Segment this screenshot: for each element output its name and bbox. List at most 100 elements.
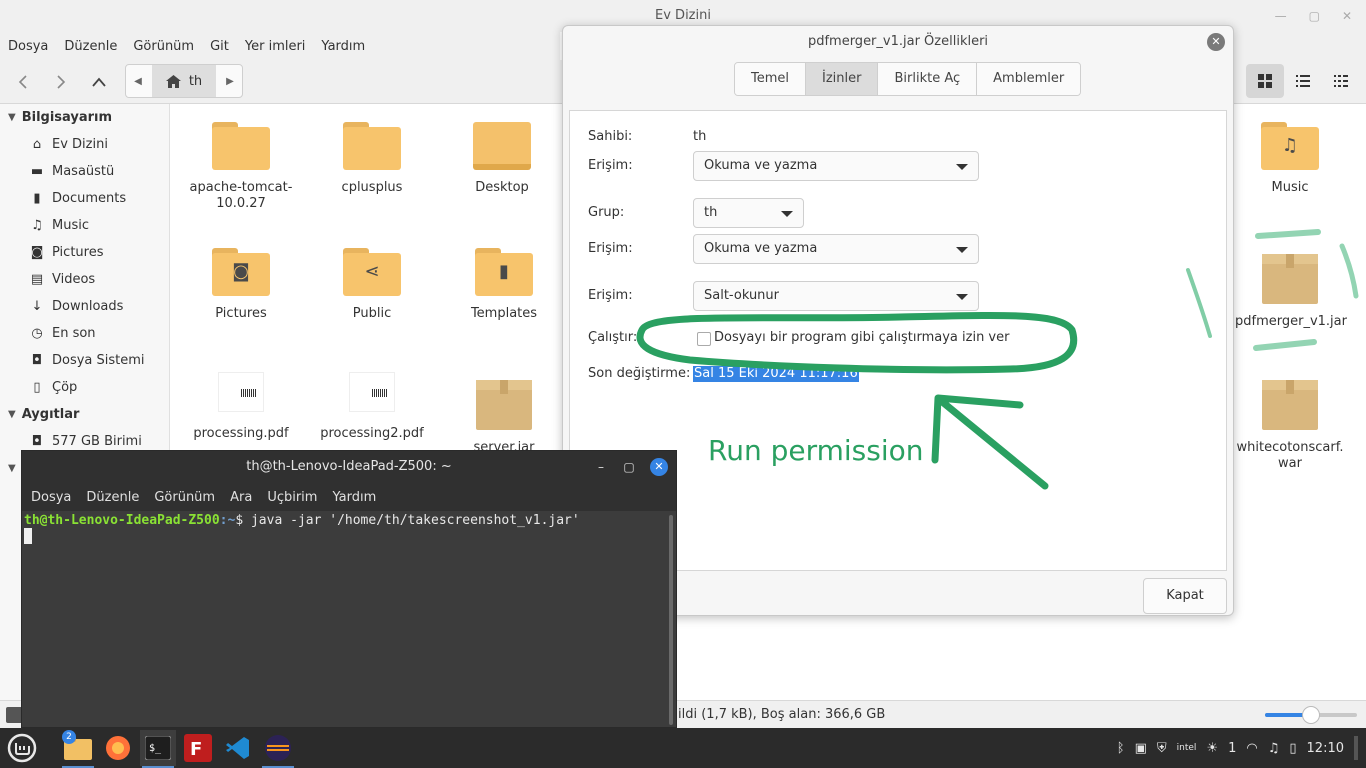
sidebar-item-documents[interactable]: ▮ Documents xyxy=(30,185,126,212)
file-item-public[interactable]: ⋖ Public xyxy=(317,248,427,322)
close-icon[interactable]: ✕ xyxy=(1207,33,1225,51)
terminal-body[interactable]: th@th-Lenovo-IdeaPad-Z500:~$ java -jar '… xyxy=(22,511,676,727)
zoom-slider[interactable] xyxy=(1265,706,1357,724)
sidebar-section-devices[interactable]: ▼ Aygıtlar xyxy=(8,401,79,427)
wifi-icon[interactable]: ◠ xyxy=(1246,741,1257,756)
sidebar-item-desktop[interactable]: ▬ Masaüstü xyxy=(30,158,114,185)
maximize-icon[interactable]: ▢ xyxy=(622,460,636,474)
sidebar-item-label: Ev Dizini xyxy=(52,137,108,152)
file-item-music[interactable]: ♫ Music xyxy=(1235,122,1345,196)
show-desktop-icon[interactable] xyxy=(1354,736,1358,760)
file-item-processing-pdf[interactable]: processing.pdf xyxy=(186,372,296,442)
menubar-filler xyxy=(1234,32,1366,60)
close-icon[interactable]: ✕ xyxy=(1342,9,1352,23)
menu-help[interactable]: Yardım xyxy=(321,39,365,54)
menu-file[interactable]: Dosya xyxy=(8,39,48,54)
minimize-icon[interactable]: — xyxy=(1275,9,1287,23)
sidebar-item-filesystem[interactable]: ◘ Dosya Sistemi xyxy=(30,347,145,374)
folder-icon xyxy=(343,122,401,170)
zoom-knob[interactable] xyxy=(1302,706,1320,724)
menu-go[interactable]: Git xyxy=(210,39,229,54)
file-item-processing2-pdf[interactable]: processing2.pdf xyxy=(317,372,427,442)
mint-menu-icon[interactable] xyxy=(4,730,40,766)
file-item-templates[interactable]: ▮ Templates xyxy=(449,248,559,322)
minimize-icon[interactable]: – xyxy=(594,460,608,474)
files-app-icon[interactable]: 2 xyxy=(60,730,96,768)
sidebar-section-collapsed[interactable]: ▼ xyxy=(8,455,16,481)
terminal-menu-help[interactable]: Yardım xyxy=(332,490,376,505)
camera-icon: ◙ xyxy=(30,245,44,260)
sound-icon[interactable]: ♫ xyxy=(1268,741,1280,756)
intel-icon[interactable]: intel xyxy=(1177,743,1197,753)
file-item-cplusplus[interactable]: cplusplus xyxy=(317,122,427,196)
path-home-button[interactable]: th xyxy=(152,65,216,97)
terminal-menu-file[interactable]: Dosya xyxy=(31,490,71,505)
file-item-whitecotonscarf[interactable]: whitecotonscarf. war xyxy=(1235,380,1345,472)
sidebar-section-computer[interactable]: ▼ Bilgisayarım xyxy=(8,104,112,130)
dialog-tabs: Temel İzinler Birlikte Aç Amblemler xyxy=(734,62,1082,96)
tab-emblems[interactable]: Amblemler xyxy=(977,63,1081,95)
menubar: Dosya Düzenle Görünüm Git Yer imleri Yar… xyxy=(0,32,560,60)
execute-checkbox-label[interactable]: Dosyayı bir program gibi çalıştırmaya iz… xyxy=(714,330,1009,345)
terminal-app-icon[interactable]: $_ xyxy=(140,730,176,768)
clock[interactable]: 12:10 xyxy=(1307,741,1344,756)
filezilla-icon[interactable]: F xyxy=(180,730,216,766)
sidebar-item-music[interactable]: ♫ Music xyxy=(30,212,89,239)
close-icon[interactable]: ✕ xyxy=(650,458,668,476)
clipboard-icon[interactable]: ▣ xyxy=(1135,741,1147,756)
path-left-icon[interactable]: ◀ xyxy=(126,65,150,97)
file-item-apache-tomcat[interactable]: apache-tomcat- 10.0.27 xyxy=(186,122,296,212)
forward-icon[interactable] xyxy=(46,68,76,96)
eclipse-icon[interactable] xyxy=(260,730,296,768)
tab-open-with[interactable]: Birlikte Aç xyxy=(878,63,978,95)
sidebar-item-trash[interactable]: ▯ Çöp xyxy=(30,374,77,401)
sidebar-item-label: Dosya Sistemi xyxy=(52,353,145,368)
execute-label: Çalıştır: xyxy=(588,330,638,345)
owner-access-select[interactable]: Okuma ve yazma xyxy=(693,151,979,181)
tab-basic[interactable]: Temel xyxy=(735,63,807,95)
chevron-down-icon xyxy=(956,247,968,253)
battery-icon[interactable]: ▯ xyxy=(1289,741,1296,756)
group-access-select[interactable]: Okuma ve yazma xyxy=(693,234,979,264)
others-access-select[interactable]: Salt-okunur xyxy=(693,281,979,311)
collapse-arrow-icon: ▼ xyxy=(8,408,16,420)
file-item-desktop[interactable]: Desktop xyxy=(447,122,557,196)
terminal-window: th@th-Lenovo-IdeaPad-Z500: ~ – ▢ ✕ Dosya… xyxy=(21,450,677,728)
package-icon xyxy=(1262,254,1318,304)
terminal-menu-view[interactable]: Görünüm xyxy=(154,490,215,505)
close-button[interactable]: Kapat xyxy=(1143,578,1227,614)
terminal-menu-search[interactable]: Ara xyxy=(230,490,252,505)
execute-checkbox[interactable] xyxy=(697,332,711,346)
sidebar-item-recent[interactable]: ◷ En son xyxy=(30,320,95,347)
file-item-pictures[interactable]: ◙ Pictures xyxy=(186,248,296,322)
compact-view-icon[interactable] xyxy=(1322,64,1360,98)
terminal-menu-terminal[interactable]: Uçbirim xyxy=(267,490,317,505)
grid-view-icon[interactable] xyxy=(1246,64,1284,98)
list-view-icon[interactable] xyxy=(1284,64,1322,98)
terminal-menu-edit[interactable]: Düzenle xyxy=(86,490,139,505)
vscode-icon[interactable] xyxy=(220,730,256,766)
bluetooth-icon[interactable]: ᛒ xyxy=(1117,741,1125,756)
maximize-icon[interactable]: ▢ xyxy=(1309,9,1320,23)
menu-bookmarks[interactable]: Yer imleri xyxy=(245,39,306,54)
group-select[interactable]: th xyxy=(693,198,804,228)
shield-icon[interactable]: ⛨ xyxy=(1157,741,1167,756)
path-right-icon[interactable]: ▶ xyxy=(218,65,242,97)
owner-access-label: Erişim: xyxy=(588,158,633,173)
menu-edit[interactable]: Düzenle xyxy=(64,39,117,54)
sidebar-item-pictures[interactable]: ◙ Pictures xyxy=(30,239,104,266)
tab-permissions[interactable]: İzinler xyxy=(806,63,879,95)
firefox-icon[interactable] xyxy=(100,730,136,766)
notification-icon[interactable]: ☀ xyxy=(1206,741,1218,756)
file-name: Pictures xyxy=(215,306,267,321)
terminal-command: $ java -jar '/home/th/takescreenshot_v1.… xyxy=(235,513,580,528)
sidebar-item-videos[interactable]: ▤ Videos xyxy=(30,266,95,293)
terminal-scrollbar[interactable] xyxy=(669,515,673,725)
sidebar-item-downloads[interactable]: ↓ Downloads xyxy=(30,293,124,320)
back-icon[interactable] xyxy=(8,68,38,96)
up-icon[interactable] xyxy=(84,68,114,96)
file-item-server-jar[interactable]: server.jar xyxy=(449,380,559,456)
file-item-pdfmerger[interactable]: pdfmerger_v1.jar xyxy=(1235,254,1347,330)
menu-view[interactable]: Görünüm xyxy=(133,39,194,54)
sidebar-item-home[interactable]: ⌂ Ev Dizini xyxy=(30,131,108,158)
